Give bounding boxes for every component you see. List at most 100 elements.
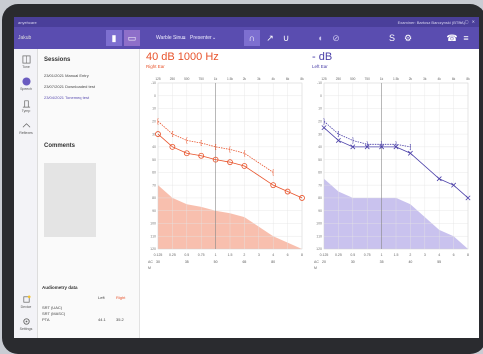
x-tick-label: 1 (381, 253, 383, 257)
window-controls[interactable]: – ▢ ✕ (459, 19, 476, 24)
sidebar: Tone Speech Tymp Reflexes Device Setting… (14, 49, 38, 338)
y-tick-label: 120 (316, 247, 322, 251)
bottom-row-value: 55 (437, 260, 441, 264)
x-top-tick-label: 750 (365, 77, 371, 81)
x-top-tick-label: 250 (170, 77, 176, 81)
x-top-tick-label: 500 (184, 77, 190, 81)
sidebar-item-tymp[interactable]: Tymp (14, 99, 38, 113)
x-tick-label: 1 (215, 253, 217, 257)
audiometry-title: Audiometry data (42, 285, 78, 290)
audiometry-data: Audiometry data Left Right SRT (UAC) SRT… (42, 285, 138, 335)
x-top-tick-label: 2k (243, 77, 247, 81)
y-tick-label: 80 (318, 196, 322, 200)
audiometer-tab-icon[interactable]: ▮ (106, 30, 122, 46)
x-top-tick-label: 6k (452, 77, 456, 81)
left-ear-audiogram[interactable]: -1001020304050607080901001101200.1251250… (310, 73, 474, 281)
x-tick-label: 2 (243, 253, 245, 257)
x-tick-label: 4 (438, 253, 440, 257)
y-tick-label: 60 (318, 171, 322, 175)
settings-icon[interactable]: ⚙ (400, 30, 416, 46)
row-label: SRT (UAC) (42, 305, 63, 310)
insert-phone-icon[interactable]: ∪ (278, 30, 294, 46)
col-right-label: Right (116, 295, 126, 300)
gear-icon (22, 318, 30, 325)
app-screen: anyehcare Examiner: Bartosz Barczynski (… (14, 17, 479, 338)
x-tick-label: 0.75 (364, 253, 371, 257)
y-tick-label: 50 (152, 158, 156, 162)
x-tick-label: 0.5 (184, 253, 189, 257)
sidebar-item-device[interactable]: Device (14, 295, 38, 309)
patient-response-icon[interactable]: ⊘ (328, 30, 344, 46)
row-label: SRT (MASC) (42, 311, 66, 316)
x-tick-label: 6 (453, 253, 455, 257)
x-tick-label: 3 (424, 253, 426, 257)
session-item-active[interactable]: 23/04/2021 Tonemeq test (44, 95, 89, 100)
y-tick-label: 90 (318, 209, 322, 213)
bottom-row-value: 65 (242, 260, 246, 264)
y-tick-label: 80 (152, 196, 156, 200)
y-tick-label: 90 (152, 209, 156, 213)
right-ear-title: 40 dB 1000 Hz (146, 51, 219, 63)
x-top-tick-label: 1k (214, 77, 218, 81)
x-top-tick-label: 250 (336, 77, 342, 81)
menu-icon[interactable]: ≡ (458, 30, 474, 46)
speaker-icon[interactable]: S (384, 30, 400, 46)
reflexes-icon (22, 123, 30, 128)
x-tick-label: 2 (409, 253, 411, 257)
x-top-tick-label: 4k (438, 77, 442, 81)
x-tick-label: 0.25 (169, 253, 176, 257)
bone-conductor-icon[interactable]: ↗ (262, 30, 278, 46)
bottom-row-label: AC (314, 260, 319, 264)
sidebar-item-label: Settings (19, 327, 33, 331)
pta-right-value: 35.2 (116, 317, 124, 322)
y-tick-label: 100 (316, 222, 322, 226)
x-top-tick-label: 750 (199, 77, 205, 81)
pta-left-value: 44.1 (98, 317, 106, 322)
right-ear-audiogram[interactable]: -1001020304050607080901001101200.1251250… (144, 73, 308, 281)
session-item[interactable]: 23/01/2021 Manual Entry (44, 73, 89, 78)
x-top-tick-label: 125 (321, 77, 327, 81)
headphones-icon[interactable]: ∩ (244, 30, 260, 46)
x-top-tick-label: 1.5k (393, 77, 399, 81)
sidebar-item-speech[interactable]: Speech (14, 77, 38, 91)
x-tick-label: 1.5 (228, 253, 233, 257)
y-tick-label: 120 (150, 247, 156, 251)
y-tick-label: 0 (320, 94, 322, 98)
x-top-tick-label: 3k (257, 77, 261, 81)
audiogram-area: 40 dB 1000 Hz Right Ear - dB Left Ear -1… (140, 49, 479, 338)
app-name: anyehcare (18, 20, 37, 25)
session-item[interactable]: 23/07/2021 Downloaded test (44, 84, 95, 89)
bottom-row-value: 40 (408, 260, 412, 264)
sidebar-item-reflexes[interactable]: Reflexes (14, 121, 38, 135)
row-label: PTA (42, 317, 50, 322)
sessions-panel: Sessions 23/01/2021 Manual Entry 23/07/2… (38, 49, 140, 338)
tymp-icon (22, 100, 30, 108)
tablet-frame: anyehcare Examiner: Bartosz Barczynski (… (2, 4, 483, 354)
bottom-row-value: 35 (380, 260, 384, 264)
sidebar-item-label: Reflexes (19, 131, 33, 135)
sidebar-item-label: Device (20, 305, 32, 309)
speech-icon (21, 77, 31, 86)
x-tick-label: 8 (467, 253, 469, 257)
sidebar-item-label: Tymp (21, 109, 31, 113)
sidebar-item-tone[interactable]: Tone (14, 55, 38, 69)
y-tick-label: 70 (318, 183, 322, 187)
x-top-tick-label: 1.5k (227, 77, 233, 81)
y-tick-label: -10 (151, 81, 156, 85)
mute-icon[interactable]: ◖ (312, 30, 328, 46)
y-tick-label: 40 (318, 145, 322, 149)
marker-tab-icon[interactable]: ▭ (124, 30, 140, 46)
y-tick-label: 110 (150, 234, 156, 238)
y-tick-label: 20 (152, 120, 156, 124)
device-icon (22, 295, 31, 303)
sidebar-item-label: Tone (22, 65, 30, 69)
bottom-row-label: M (148, 266, 151, 270)
bottom-row-value: 50 (214, 260, 218, 264)
presenter-select[interactable]: Presenter (190, 35, 212, 41)
sidebar-item-settings[interactable]: Settings (14, 317, 38, 331)
bottom-row-label: AC (148, 260, 153, 264)
title-bar: anyehcare Examiner: Bartosz Barczynski (… (14, 17, 479, 27)
comments-field[interactable] (44, 163, 96, 237)
x-top-tick-label: 500 (350, 77, 356, 81)
x-top-tick-label: 2k (409, 77, 413, 81)
